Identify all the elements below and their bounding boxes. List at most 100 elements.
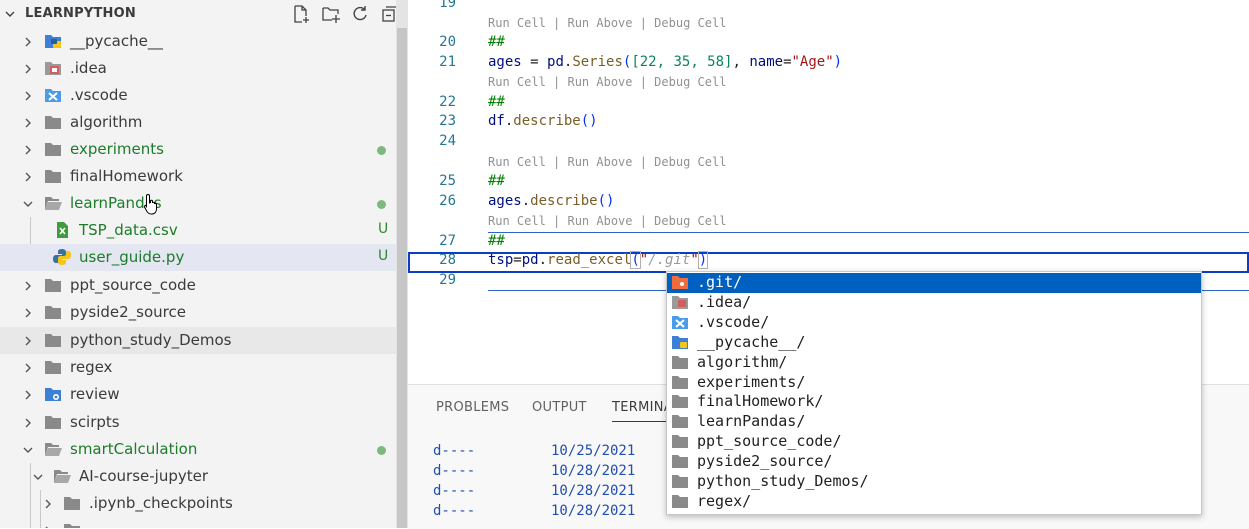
suggestion-item[interactable]: algorithm/ [667,353,1201,373]
folder-icon [672,455,688,468]
sidebar-scrollbar-thumb[interactable] [397,28,407,528]
tree-item-label: __pycache__ [70,32,163,50]
terminal-mode: d---- [433,463,476,479]
folder-icon [672,376,688,389]
autocomplete-suggest-widget: .git/ .idea/ .vscode/ __pycache__/ algor… [666,271,1202,515]
chevron-right-icon [25,64,31,74]
tree-item-ppt-source-code[interactable]: ppt_source_code [0,272,396,299]
suggestion-item[interactable]: experiments/ [667,373,1201,393]
tree-item-smartcalculation[interactable]: smartCalculation [0,436,396,463]
tab-output[interactable]: OUTPUT [532,400,587,415]
suggestion-item[interactable]: __pycache__/ [667,333,1201,353]
line-number: 19 [439,0,456,11]
tree-item-label: regex [70,358,113,376]
new-file-icon[interactable] [291,4,311,24]
folder-open-icon [45,197,62,210]
tree-item-learnpandas[interactable]: learnPandas [0,190,396,217]
tree-item-label: .vscode [70,86,128,104]
terminal-mode: d---- [433,503,476,519]
tree-item-label: TSP_data.csv [79,221,178,239]
suggestion-item[interactable]: python_study_Demos/ [667,472,1201,492]
tree-item-partial[interactable] [0,517,396,528]
terminal-date: 10/28/2021 [551,503,636,519]
line-number: 20 [439,34,456,50]
code-line-28[interactable]: tsp=pd.read_excel("/.git") [488,251,709,269]
chevron-right-icon [25,118,31,128]
line-number: 23 [439,113,456,129]
suggestion-item[interactable]: .vscode/ [667,313,1201,333]
tree-item-finalhomework[interactable]: finalHomework [0,163,396,190]
python-cache-folder-icon [672,336,688,349]
line-number: 25 [439,173,456,189]
chevron-right-icon [25,37,31,47]
chevron-right-icon [25,145,31,155]
tree-item-user-guide[interactable]: user_guide.py U [0,244,396,271]
folder-icon [672,356,688,369]
chevron-right-icon [25,363,31,373]
tree-item-pyside2-source[interactable]: pyside2_source [0,299,396,326]
codelens-run-cell[interactable]: Run Cell | Run Above | Debug Cell [488,155,726,169]
review-folder-icon [45,388,61,401]
chevron-right-icon [25,281,31,291]
tree-item-label: .idea [70,59,107,77]
folder-icon [672,475,688,488]
tab-problems[interactable]: PROBLEMS [436,400,509,415]
tree-item-regex[interactable]: regex [0,354,396,381]
chevron-down-icon [33,474,43,480]
git-untracked-badge: U [378,221,389,237]
new-folder-icon[interactable] [321,4,341,24]
tree-item-label: finalHomework [70,167,183,185]
tree-item-scirpts[interactable]: scirpts [0,409,396,436]
tree-item-review[interactable]: review [0,381,396,408]
tree-item-label: AI-course-jupyter [79,467,209,485]
code-line-27: ## [488,233,505,249]
chevron-right-icon [25,91,31,101]
suggestion-item[interactable]: learnPandas/ [667,412,1201,432]
suggestion-item[interactable]: ppt_source_code/ [667,432,1201,452]
idea-folder-icon [672,296,688,309]
tree-item-tsp-data[interactable]: TSP_data.csv U [0,217,396,244]
codelens-run-cell[interactable]: Run Cell | Run Above | Debug Cell [488,16,726,30]
tree-item-label: ppt_source_code [70,276,196,294]
python-file-icon [53,249,71,265]
tree-item-idea[interactable]: .idea [0,55,396,82]
chevron-down-icon [23,447,33,453]
chevron-right-icon [25,172,31,182]
suggestion-item[interactable]: finalHomework/ [667,392,1201,412]
folder-icon [64,524,80,528]
tree-item-ai-course-jupyter[interactable]: AI-course-jupyter [0,463,396,490]
tree-item-algorithm[interactable]: algorithm [0,109,396,136]
git-folder-icon [672,276,688,289]
folder-icon [672,415,688,428]
suggestion-item[interactable]: pyside2_source/ [667,452,1201,472]
cell-separator [488,232,1249,233]
code-line-21: ages = pd.Series([22, 35, 58], name="Age… [488,54,843,70]
tree-item-vscode[interactable]: .vscode [0,82,396,109]
tree-item-label: algorithm [70,113,143,131]
tree-item-ipynb-checkpoints[interactable]: .ipynb_checkpoints [0,490,396,517]
hand-cursor-icon [143,193,157,215]
line-number: 29 [439,272,456,288]
chevron-right-icon [25,418,31,428]
folder-icon [45,361,61,374]
folder-icon [45,306,61,319]
tree-item-python-study-demos[interactable]: python_study_Demos [0,327,396,354]
tree-item-pycache[interactable]: __pycache__ [0,28,396,55]
python-cache-folder-icon [45,35,61,48]
codelens-run-cell[interactable]: Run Cell | Run Above | Debug Cell [488,214,726,228]
chevron-right-icon [25,336,31,346]
chevron-right-icon [25,308,31,318]
codelens-run-cell[interactable]: Run Cell | Run Above | Debug Cell [488,75,726,89]
suggestion-item[interactable]: .idea/ [667,293,1201,313]
suggestion-item[interactable]: regex/ [667,492,1201,512]
chevron-right-icon [45,499,51,509]
tree-item-label: scirpts [70,413,120,431]
git-modified-dot [377,200,386,209]
chevron-down-icon[interactable] [4,8,16,20]
idea-folder-icon [45,62,61,75]
tree-item-experiments[interactable]: experiments [0,136,396,163]
folder-icon [45,416,61,429]
refresh-icon[interactable] [350,4,370,24]
suggestion-item[interactable]: .git/ [667,273,1201,293]
tree-item-label: python_study_Demos [70,331,232,349]
